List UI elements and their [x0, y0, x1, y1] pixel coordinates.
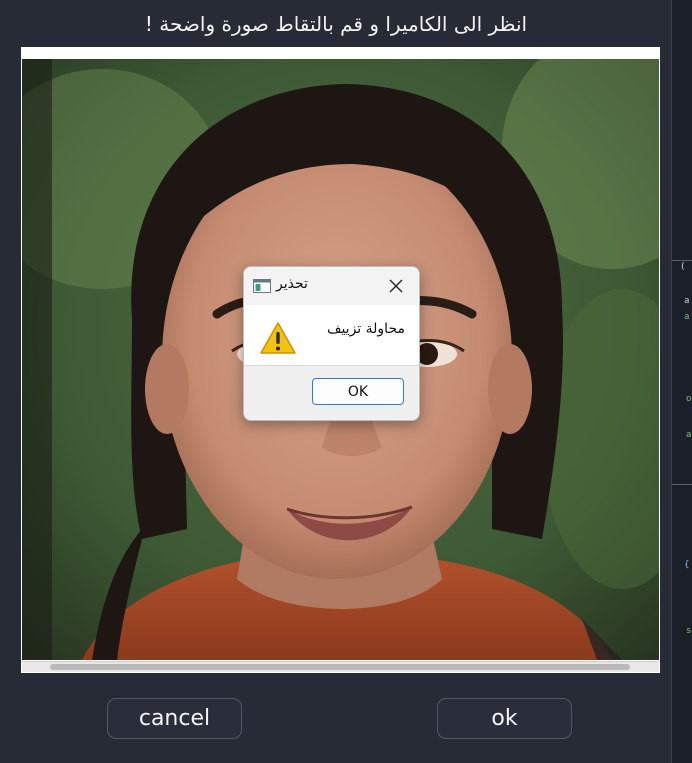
cancel-button[interactable]: cancel — [107, 698, 242, 739]
window-title: انظر الى الكاميرا و قم بالتقاط صورة واضح… — [144, 12, 528, 36]
dialog-ok-button[interactable]: OK — [312, 378, 404, 405]
dialog-title: تحذير — [276, 276, 308, 292]
camera-capture-window: انظر الى الكاميرا و قم بالتقاط صورة واضح… — [0, 0, 672, 763]
preview-scrollbar[interactable] — [22, 661, 659, 672]
preview-scrollbar-thumb[interactable] — [50, 664, 630, 670]
dialog-body: محاولة تزييف — [244, 305, 419, 365]
dialog-titlebar[interactable]: تحذير — [244, 267, 419, 305]
background-editor-panel: ( a a o a { s — [672, 0, 692, 763]
window-app-icon — [253, 279, 271, 293]
ok-button[interactable]: ok — [437, 698, 572, 739]
warning-dialog: تحذير محاولة تزييف OK — [243, 266, 420, 421]
dialog-message: محاولة تزييف — [326, 321, 405, 337]
close-icon[interactable] — [389, 279, 403, 293]
warning-icon — [260, 322, 296, 354]
dialog-footer: OK — [244, 365, 419, 420]
